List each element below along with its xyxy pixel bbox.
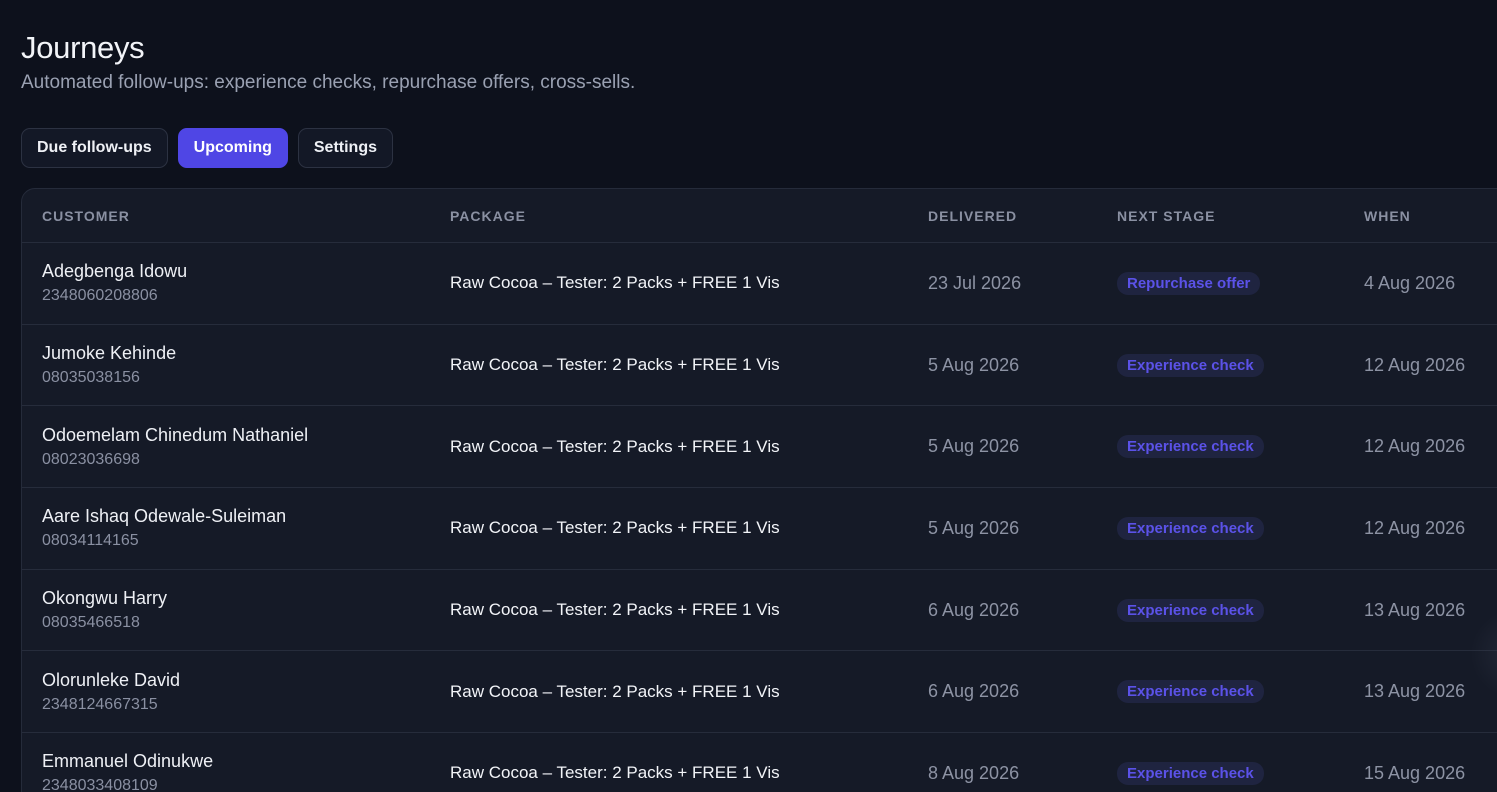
customer-name: Odoemelam Chinedum Nathaniel: [42, 424, 309, 445]
customer-name: Emmanuel Odinukwe: [42, 751, 214, 772]
column-header-customer: CUSTOMER: [42, 207, 130, 224]
delivered-cell: 23 Jul 2026: [928, 272, 1022, 293]
customer-cell: Emmanuel Odinukwe 2348033408109: [42, 749, 213, 792]
customer-cell: Odoemelam Chinedum Nathaniel 08023036698: [42, 423, 308, 471]
when-cell: 13 Aug 2026: [1364, 599, 1466, 620]
tab-upcoming[interactable]: Upcoming: [177, 128, 288, 168]
when-cell: 12 Aug 2026: [1364, 354, 1466, 375]
page-subtitle: Automated follow-ups: experience checks,…: [21, 72, 636, 93]
customer-phone: 08035466518: [42, 614, 140, 632]
customer-phone: 08023036698: [42, 450, 140, 468]
package-cell: Raw Cocoa – Tester: 2 Packs + FREE 1 Vis: [450, 355, 780, 375]
page-title: Journeys: [21, 30, 145, 65]
customer-phone: 08035038156: [42, 369, 140, 387]
column-header-next-stage: NEXT STAGE: [1117, 207, 1216, 224]
table-row[interactable]: Jumoke Kehinde 08035038156 Raw Cocoa – T…: [22, 325, 1497, 407]
package-cell: Raw Cocoa – Tester: 2 Packs + FREE 1 Vis: [450, 681, 780, 701]
when-cell: 12 Aug 2026: [1364, 517, 1466, 538]
table-row[interactable]: Emmanuel Odinukwe 2348033408109 Raw Coco…: [22, 733, 1497, 792]
package-cell: Raw Cocoa – Tester: 2 Packs + FREE 1 Vis: [450, 436, 780, 456]
table-row[interactable]: Okongwu Harry 08035466518 Raw Cocoa – Te…: [22, 570, 1497, 652]
column-header-when: WHEN: [1364, 207, 1411, 224]
next-stage-cell: Experience check: [1117, 435, 1264, 459]
customer-name: Jumoke Kehinde: [42, 343, 177, 364]
next-stage-cell: Experience check: [1117, 353, 1264, 377]
delivered-cell: 6 Aug 2026: [928, 599, 1020, 620]
when-cell: 13 Aug 2026: [1364, 681, 1466, 702]
delivered-cell: 8 Aug 2026: [928, 762, 1020, 783]
next-stage-cell: Experience check: [1117, 598, 1264, 622]
next-stage-cell: Experience check: [1117, 516, 1264, 540]
customer-cell: Adegbenga Idowu 2348060208806: [42, 259, 187, 307]
table-header: CUSTOMER PACKAGE DELIVERED NEXT STAGE WH…: [22, 189, 1497, 243]
stage-badge: Experience check: [1117, 680, 1264, 704]
delivered-cell: 5 Aug 2026: [928, 354, 1020, 375]
customer-phone: 2348033408109: [42, 777, 158, 792]
customer-name: Okongwu Harry: [42, 588, 168, 609]
when-cell: 12 Aug 2026: [1364, 436, 1466, 457]
customer-name: Adegbenga Idowu: [42, 261, 188, 282]
customer-cell: Olorunleke David 2348124667315: [42, 668, 180, 716]
next-stage-cell: Experience check: [1117, 761, 1264, 785]
customer-phone: 08034114165: [42, 532, 139, 550]
upcoming-table: CUSTOMER PACKAGE DELIVERED NEXT STAGE WH…: [21, 188, 1497, 792]
customer-cell: Jumoke Kehinde 08035038156: [42, 341, 176, 389]
tab-due-follow-ups[interactable]: Due follow-ups: [21, 128, 168, 168]
tab-settings[interactable]: Settings: [297, 128, 393, 168]
customer-phone: 2348060208806: [42, 287, 158, 305]
package-cell: Raw Cocoa – Tester: 2 Packs + FREE 1 Vis: [450, 518, 780, 538]
stage-badge: Experience check: [1117, 761, 1264, 785]
next-stage-cell: Repurchase offer: [1117, 271, 1261, 295]
when-cell: 15 Aug 2026: [1364, 762, 1466, 783]
delivered-cell: 5 Aug 2026: [928, 517, 1020, 538]
delivered-cell: 5 Aug 2026: [928, 436, 1020, 457]
package-cell: Raw Cocoa – Tester: 2 Packs + FREE 1 Vis: [450, 600, 780, 620]
table-row[interactable]: Aare Ishaq Odewale-Suleiman 08034114165 …: [22, 488, 1497, 570]
delivered-cell: 6 Aug 2026: [928, 681, 1020, 702]
stage-badge: Experience check: [1117, 435, 1264, 459]
table-row[interactable]: Adegbenga Idowu 2348060208806 Raw Cocoa …: [22, 243, 1497, 325]
customer-cell: Okongwu Harry 08035466518: [42, 586, 167, 634]
next-stage-cell: Experience check: [1117, 680, 1264, 704]
customer-phone: 2348124667315: [42, 695, 158, 713]
stage-badge: Experience check: [1117, 598, 1264, 622]
customer-name: Aare Ishaq Odewale-Suleiman: [42, 506, 287, 527]
stage-badge: Experience check: [1117, 516, 1264, 540]
column-header-delivered: DELIVERED: [928, 207, 1018, 224]
table-row[interactable]: Odoemelam Chinedum Nathaniel 08023036698…: [22, 406, 1497, 489]
column-header-package: PACKAGE: [450, 207, 526, 224]
stage-badge: Repurchase offer: [1117, 271, 1261, 295]
customer-name: Olorunleke David: [42, 669, 181, 690]
when-cell: 4 Aug 2026: [1364, 272, 1456, 293]
table-row[interactable]: Olorunleke David 2348124667315 Raw Cocoa…: [22, 651, 1497, 734]
tab-bar: Due follow-ups Upcoming Settings: [21, 128, 393, 168]
stage-badge: Experience check: [1117, 353, 1264, 377]
customer-cell: Aare Ishaq Odewale-Suleiman 08034114165: [42, 504, 286, 552]
package-cell: Raw Cocoa – Tester: 2 Packs + FREE 1 Vis: [450, 763, 780, 783]
package-cell: Raw Cocoa – Tester: 2 Packs + FREE 1 Vis: [450, 273, 780, 293]
journeys-page: Journeys Automated follow-ups: experienc…: [0, 0, 1497, 792]
